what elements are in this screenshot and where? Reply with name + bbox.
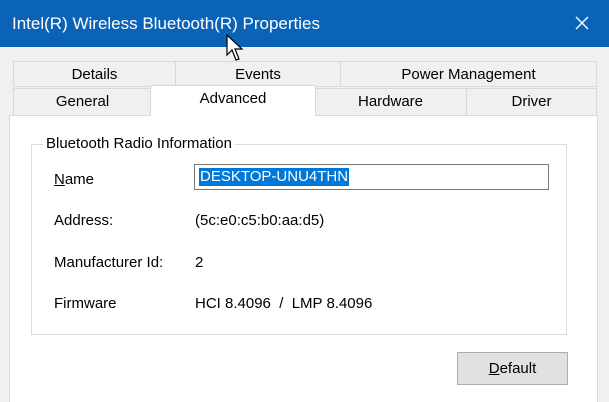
close-icon xyxy=(575,16,589,30)
default-button[interactable]: Default xyxy=(457,352,568,385)
tab-label: Power Management xyxy=(401,66,536,83)
address-value: (5c:e0:c5:b0:aa:d5) xyxy=(195,212,325,229)
mouse-cursor-icon xyxy=(226,34,244,61)
title-bar: Intel(R) Wireless Bluetooth(R) Propertie… xyxy=(0,0,609,47)
firmware-value: HCI 8.4096 / LMP 8.4096 xyxy=(195,295,373,312)
tab-advanced[interactable]: Advanced xyxy=(150,85,316,116)
tab-hardware[interactable]: Hardware xyxy=(314,88,467,116)
tab-driver[interactable]: Driver xyxy=(466,88,597,116)
tab-label: Details xyxy=(71,66,118,83)
address-label: Address: xyxy=(54,212,114,229)
manufacturer-id-label: Manufacturer Id: xyxy=(54,254,164,271)
name-field-value: DESKTOP-UNU4THN xyxy=(199,168,350,186)
group-legend: Bluetooth Radio Information xyxy=(43,135,235,153)
name-label: Name xyxy=(54,171,94,189)
tab-general[interactable]: General xyxy=(13,88,152,116)
close-button[interactable] xyxy=(562,5,602,41)
tab-power-management[interactable]: Power Management xyxy=(340,61,597,87)
name-field[interactable]: DESKTOP-UNU4THN xyxy=(194,164,549,190)
tab-details[interactable]: Details xyxy=(13,61,176,87)
tab-label: Advanced xyxy=(199,90,267,107)
default-button-accesskey: D xyxy=(488,360,500,377)
tab-label: Events xyxy=(235,66,281,83)
window-title: Intel(R) Wireless Bluetooth(R) Propertie… xyxy=(12,14,320,33)
tab-events[interactable]: Events xyxy=(175,61,341,87)
tab-label: General xyxy=(55,93,110,110)
tab-label: Hardware xyxy=(357,93,424,110)
tab-label: Driver xyxy=(511,93,552,110)
firmware-label: Firmware xyxy=(54,295,117,312)
name-label-accesskey: N xyxy=(54,171,65,188)
default-button-label: efault xyxy=(499,360,537,377)
manufacturer-id-value: 2 xyxy=(195,254,204,271)
name-label-rest: ame xyxy=(64,171,95,188)
